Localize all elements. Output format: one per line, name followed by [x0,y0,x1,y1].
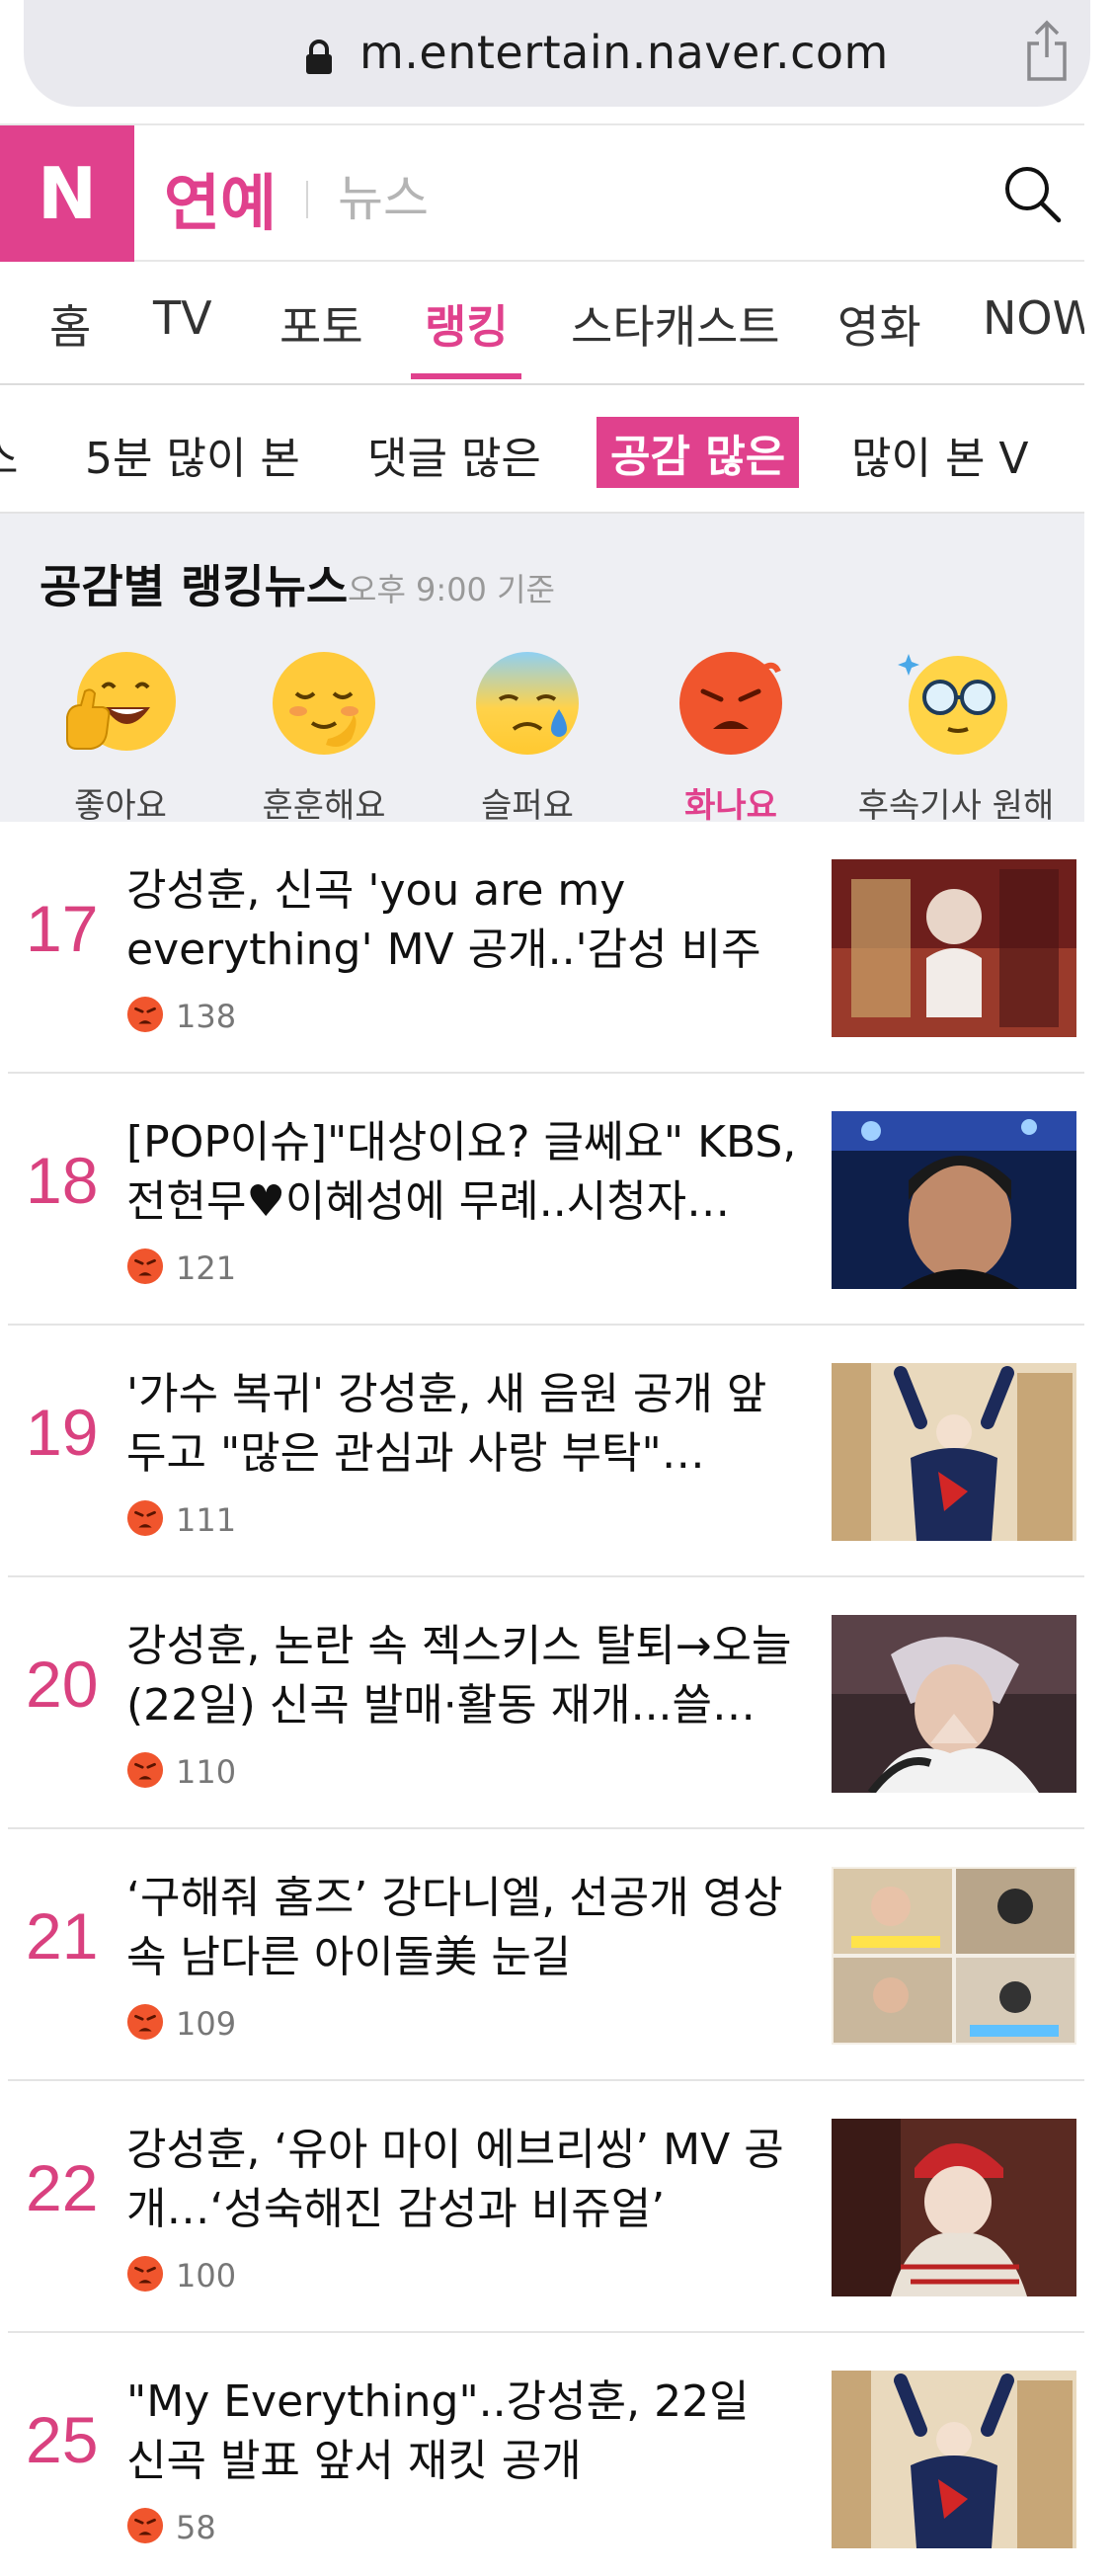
angry-face-icon [126,1751,164,1789]
reaction-count-value: 110 [176,1753,237,1791]
article-item[interactable]: 17 강성훈, 신곡 'you are my everything' MV 공개… [8,822,1084,1074]
thumbnail-image [832,1111,1076,1289]
article-title[interactable]: ‘구해줘 홈즈’ 강다니엘, 선공개 영상 속 남다른 아이돌美 눈길 [126,1869,798,1987]
angry-face-icon [126,2507,164,2544]
subtab-5min-most-viewed[interactable]: 5분 많이 본 [85,423,300,486]
url-text: m.entertain.naver.com [359,26,889,79]
article-item[interactable]: 21 ‘구해줘 홈즈’ 강다니엘, 선공개 영상 속 남다른 아이돌美 눈길 1… [8,1829,1084,2081]
tab-tv[interactable]: TV [153,291,212,345]
ranking-subnav: 스 5분 많이 본 댓글 많은 공감 많은 많이 본 V [0,385,1084,514]
warm-smile-icon [273,652,375,755]
naver-logo[interactable]: N [0,125,134,262]
thumbnail-image [832,1363,1076,1541]
sad-tear-icon [476,652,579,755]
angry-face-icon [126,2255,164,2293]
subtab-cut[interactable]: 스 [0,423,18,486]
tab-starcast[interactable]: 스타캐스트 [571,291,780,357]
article-thumbnail[interactable] [832,859,1076,1037]
rank-number: 22 [26,2151,99,2224]
lock-icon [306,40,332,74]
search-icon[interactable] [997,159,1069,230]
article-title[interactable]: 강성훈, ‘유아 마이 에브리씽’ MV 공개…‘성숙해진 감성과 비쥬얼’ [126,2121,798,2239]
reaction-ranking-section: 공감별 랭킹뉴스 오후 9:00 기준 좋아요 훈훈해요 슬퍼요 화나요 후속기… [0,514,1084,874]
thumbs-up-smile-icon [66,652,176,751]
article-title[interactable]: 강성훈, 신곡 'you are my everything' MV 공개..'… [126,861,798,982]
section-heading: 공감별 랭킹뉴스 [40,560,349,613]
article-thumbnail[interactable] [832,1615,1076,1793]
reaction-count-value: 109 [176,2005,237,2043]
rank-number: 17 [26,892,99,965]
article-item[interactable]: 25 "My Everything"..강성훈, 22일 신곡 발표 앞서 재킷… [8,2333,1084,2576]
reaction-sad[interactable]: 슬퍼요 [429,644,626,827]
reaction-count-value: 138 [176,998,237,1035]
rank-number: 19 [26,1396,99,1469]
reaction-count-value: 111 [176,1501,237,1539]
tab-ranking[interactable]: 랭킹 [425,291,509,357]
browser-toolbar: m.entertain.naver.com [0,0,1114,123]
article-thumbnail[interactable] [832,1867,1076,2045]
article-thumbnail[interactable] [832,2119,1076,2296]
angry-face-icon [126,2003,164,2041]
ranking-time: 오후 9:00 기준 [348,571,555,608]
rank-number: 20 [26,1648,99,1721]
reaction-count-value: 58 [176,2509,216,2546]
tab-movie[interactable]: 영화 [837,291,921,357]
article-item[interactable]: 19 '가수 복귀' 강성훈, 새 음원 공개 앞두고 "많은 관심과 사랑 부… [8,1326,1084,1577]
rank-number: 18 [26,1144,99,1217]
active-tab-indicator [411,373,521,379]
reaction-angry[interactable]: 화나요 [632,644,830,827]
subtab-most-comments[interactable]: 댓글 많은 [367,423,541,486]
tab-now[interactable]: NOW [983,291,1084,345]
angry-face-icon [126,996,164,1033]
tab-home[interactable]: 홈 [49,291,91,357]
thumbnail-image [832,1615,1076,1793]
article-title[interactable]: [POP이슈]"대상이요? 글쎄요" KBS, 전현무♥이혜성에 무례..시청자… [126,1113,798,1232]
article-title[interactable]: "My Everything"..강성훈, 22일 신곡 발표 앞서 재킷 공개 [126,2373,798,2491]
share-icon[interactable] [1023,20,1071,83]
thumbnail-image [832,859,1076,1037]
section-title[interactable]: 연예 [164,153,277,242]
tab-photo[interactable]: 포토 [279,291,363,357]
glasses-face-icon [898,654,1007,755]
thumbnail-image [832,2119,1076,2296]
reaction-warm[interactable]: 훈훈해요 [225,644,423,827]
reaction-label: 훈훈해요 [262,786,386,826]
section-subtitle[interactable]: 뉴스 [338,159,429,230]
article-title[interactable]: 강성훈, 논란 속 젝스키스 탈퇴→오늘(22일) 신곡 발매·활동 재개...… [126,1617,798,1735]
article-thumbnail[interactable] [832,2371,1076,2548]
reaction-like[interactable]: 좋아요 [22,644,219,827]
category-nav: 홈 TV 포토 랭킹 스타캐스트 영화 NOW [0,262,1084,385]
angry-face-icon [679,652,782,755]
article-item[interactable]: 22 강성훈, ‘유아 마이 에브리씽’ MV 공개…‘성숙해진 감성과 비쥬얼… [8,2081,1084,2333]
article-thumbnail[interactable] [832,1111,1076,1289]
article-title[interactable]: '가수 복귀' 강성훈, 새 음원 공개 앞두고 "많은 관심과 사랑 부탁"… [126,1365,798,1484]
article-item[interactable]: 20 강성훈, 논란 속 젝스키스 탈퇴→오늘(22일) 신곡 발매·활동 재개… [8,1577,1084,1829]
reaction-label: 좋아요 [74,786,167,826]
site-header: N 연예 뉴스 [0,123,1084,262]
reaction-label: 화나요 [684,786,777,826]
reaction-label: 슬퍼요 [481,786,574,826]
reaction-count-value: 100 [176,2257,237,2294]
angry-face-icon [126,1499,164,1537]
subtab-most-viewed-video[interactable]: 많이 본 V [851,423,1029,486]
subtab-most-reactions[interactable]: 공감 많은 [597,417,800,488]
rank-number: 21 [26,1899,99,1972]
rank-number: 25 [26,2403,99,2476]
angry-face-icon [126,1248,164,1285]
thumbnail-image [832,1867,1076,2045]
address-bar[interactable]: m.entertain.naver.com [24,0,1090,107]
article-item[interactable]: 18 [POP이슈]"대상이요? 글쎄요" KBS, 전현무♥이혜성에 무례..… [8,1074,1084,1326]
title-divider [306,181,308,218]
reaction-count-value: 121 [176,1249,237,1287]
thumbnail-image [832,2371,1076,2548]
article-thumbnail[interactable] [832,1363,1076,1541]
